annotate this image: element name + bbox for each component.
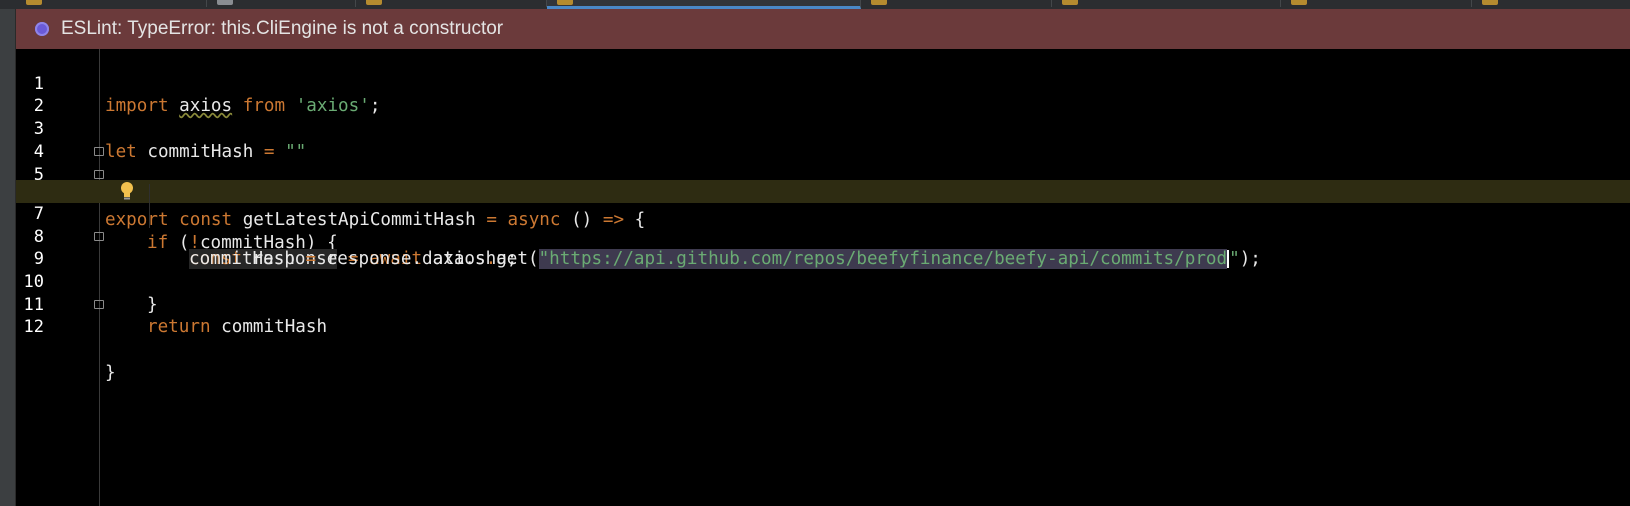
line-number: 12	[23, 317, 44, 338]
editor-tab[interactable]	[1052, 0, 1281, 7]
js-file-icon	[1482, 0, 1498, 5]
js-file-icon	[557, 0, 573, 5]
js-file-icon	[26, 0, 42, 5]
code-editor[interactable]: 1 import axios from 'axios'; 2 3 let com…	[16, 49, 1630, 506]
code-line-4[interactable]: 4	[16, 118, 1630, 162]
lightbulb-icon[interactable]	[119, 181, 135, 201]
code-line-11[interactable]: 11 return commitHash	[16, 271, 1630, 338]
identifier: commitHash	[210, 317, 328, 338]
code-line-1[interactable]: 1 import axios from 'axios';	[16, 50, 1630, 117]
punctuation: }	[105, 362, 116, 383]
code-line-7[interactable]: 7 const response = await axios.get("http…	[16, 180, 1630, 270]
editor-tab-active[interactable]	[547, 0, 861, 9]
code-line-9[interactable]: 9 }	[16, 226, 1630, 315]
editor-tab[interactable]	[1281, 0, 1472, 7]
code-line-8[interactable]: 8 commitHash = response.data.sha;	[16, 203, 1630, 270]
banner-message: ESLint: TypeError: this.CliEngine is not…	[61, 18, 504, 39]
js-file-icon	[1291, 0, 1307, 5]
js-file-icon	[871, 0, 887, 5]
fold-marker-icon[interactable]	[94, 298, 104, 310]
editor-tab[interactable]	[1472, 0, 1630, 7]
code-line-12[interactable]: 12 }	[16, 294, 1630, 383]
eslint-error-icon	[35, 22, 49, 36]
js-file-icon	[366, 0, 382, 5]
editor-tab[interactable]	[16, 0, 207, 7]
fold-marker-icon[interactable]	[94, 230, 104, 242]
editor-tab-strip	[0, 0, 1630, 9]
editor-tab[interactable]	[207, 0, 356, 7]
js-file-icon	[1062, 0, 1078, 5]
eslint-error-banner: ESLint: TypeError: this.CliEngine is not…	[16, 9, 1630, 49]
file-icon	[217, 0, 233, 5]
tool-window-bar	[0, 9, 16, 506]
keyword: return	[147, 317, 211, 338]
editor-tab[interactable]	[861, 0, 1052, 7]
editor-tab[interactable]	[356, 0, 547, 7]
code-line-3[interactable]: 3 let commitHash = ""	[16, 95, 1630, 162]
fold-marker-icon[interactable]	[94, 145, 104, 157]
fold-marker-icon[interactable]	[94, 168, 104, 180]
code-line-2[interactable]: 2	[16, 73, 1630, 116]
indent-guide	[149, 184, 150, 228]
code-line-5[interactable]: 5 export const getLatestApiCommitHash = …	[16, 141, 1630, 230]
code-line-10[interactable]: 10	[16, 248, 1630, 292]
